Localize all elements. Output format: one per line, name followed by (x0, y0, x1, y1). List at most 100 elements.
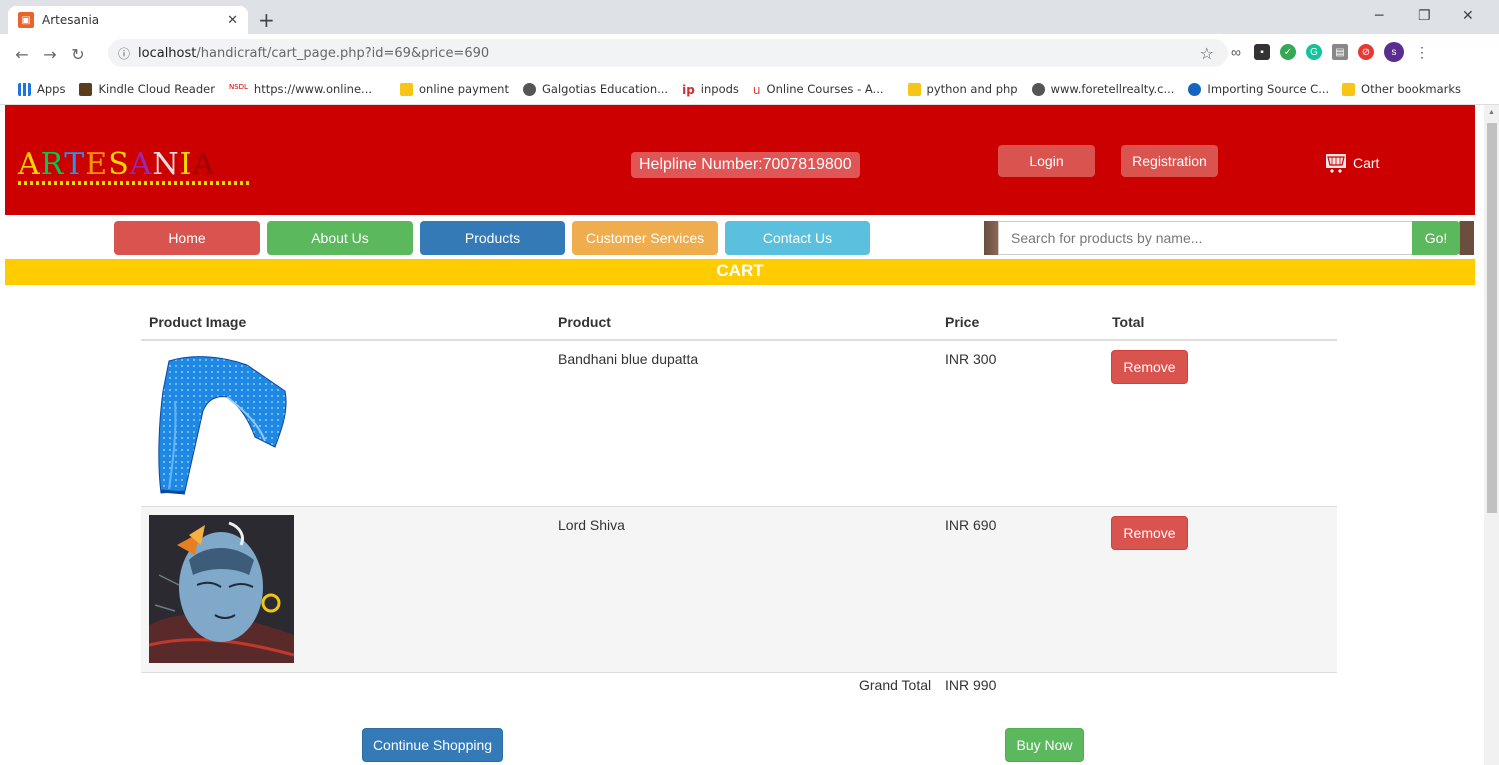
bookmark-importing-source[interactable]: Importing Source C... (1188, 82, 1329, 96)
logo-letter: T (64, 147, 86, 182)
browser-toolbar: ← → ↻ ⓘ localhost/handicraft/cart_page.p… (0, 34, 1499, 74)
forward-icon[interactable]: → (36, 45, 64, 64)
address-bar[interactable]: ⓘ localhost/handicraft/cart_page.php?id=… (108, 39, 1228, 67)
product-price: INR 690 (945, 517, 997, 533)
bookmarks-bar: Apps Kindle Cloud Reader NSDL https://www… (0, 74, 1499, 105)
product-image-lord-shiva[interactable] (149, 515, 294, 663)
scrollbar-thumb[interactable] (1487, 123, 1497, 513)
close-window-icon[interactable]: ✕ (1462, 8, 1474, 24)
nav-products[interactable]: Products (420, 221, 565, 255)
stop-extension-icon[interactable]: ⊘ (1358, 44, 1374, 60)
inpods-icon: ip (682, 82, 695, 97)
remove-button[interactable]: Remove (1111, 350, 1188, 384)
udemy-icon: u (752, 82, 761, 97)
column-header-total: Total (1112, 314, 1145, 330)
profile-avatar[interactable]: s (1384, 42, 1404, 62)
nav-contact-us[interactable]: Contact Us (725, 221, 870, 255)
bookmark-online-payment[interactable]: online payment (400, 82, 509, 96)
cart-heading: CART (5, 259, 1475, 285)
helpline-badge: Helpline Number:7007819800 (631, 152, 860, 178)
grand-total-value: INR 990 (945, 677, 997, 693)
bookmark-other[interactable]: Other bookmarks (1342, 82, 1461, 96)
infinity-extension-icon[interactable]: ∞ (1228, 44, 1244, 60)
clipboard-extension-icon[interactable]: ▤ (1332, 44, 1348, 60)
registration-button[interactable]: Registration (1121, 145, 1218, 177)
extensions-area: ∞ ▪ ✓ G ▤ ⊘ s ⋮ (1228, 42, 1430, 62)
bookmark-foretell[interactable]: www.foretellrealty.c... (1031, 82, 1174, 96)
product-name: Lord Shiva (558, 517, 625, 533)
source-icon (1188, 82, 1202, 96)
continue-shopping-button[interactable]: Continue Shopping (362, 728, 503, 762)
site-header: ARTESANIA Helpline Number:7007819800 Log… (5, 105, 1475, 215)
folder-icon (907, 82, 921, 96)
favicon-icon: ▣ (18, 12, 34, 28)
login-button[interactable]: Login (998, 145, 1095, 177)
table-header: Product Image Product Price Total (141, 305, 1337, 341)
package-extension-icon[interactable]: ▪ (1254, 44, 1270, 60)
globe-icon (1031, 82, 1045, 96)
logo-letter: E (85, 147, 109, 182)
reload-icon[interactable]: ↻ (64, 45, 92, 64)
scroll-up-icon[interactable]: ▲ (1488, 109, 1495, 116)
bookmark-online-courses[interactable]: u Online Courses - A... (752, 82, 884, 97)
nsdl-icon: NSDL (228, 82, 248, 91)
maximize-icon[interactable]: ❐ (1418, 8, 1431, 24)
browser-tab[interactable]: ▣ Artesania ✕ (8, 6, 248, 34)
tab-strip: ▣ Artesania ✕ + ─ ❐ ✕ (0, 0, 1499, 34)
bookmark-kindle[interactable]: Kindle Cloud Reader (79, 82, 215, 96)
web-page: ARTESANIA Helpline Number:7007819800 Log… (0, 105, 1484, 765)
nav-home[interactable]: Home (114, 221, 260, 255)
url-path: /handicraft/cart_page.php?id=69&price=69… (196, 45, 490, 61)
table-row: Lord Shiva INR 690 Remove (141, 507, 1337, 673)
search-go-button[interactable]: Go! (1412, 221, 1460, 255)
url-host: localhost (138, 45, 197, 61)
site-logo[interactable]: ARTESANIA (18, 147, 215, 182)
logo-dots (18, 181, 250, 185)
product-image-dupatta[interactable] (155, 351, 289, 497)
column-header-product: Product (558, 314, 611, 330)
bookmark-star-icon[interactable]: ☆ (1200, 44, 1214, 63)
product-name: Bandhani blue dupatta (558, 351, 699, 367)
bookmark-galgotias[interactable]: Galgotias Education... (522, 82, 668, 96)
cart-icon (1326, 154, 1346, 173)
new-tab-icon[interactable]: + (258, 8, 275, 32)
logo-letter: R (40, 147, 65, 182)
product-price: INR 300 (945, 351, 997, 367)
bookmark-python-php[interactable]: python and php (907, 82, 1018, 96)
logo-letter: N (152, 147, 180, 182)
buy-now-button[interactable]: Buy Now (1005, 728, 1084, 762)
logo-letter: S (108, 147, 130, 182)
globe-icon (522, 82, 536, 96)
table-row: Bandhani blue dupatta INR 300 Remove (141, 341, 1337, 507)
bookmark-apps[interactable]: Apps (18, 82, 65, 96)
menu-kebab-icon[interactable]: ⋮ (1414, 44, 1430, 60)
column-header-price: Price (945, 314, 980, 330)
cart-label: Cart (1353, 155, 1380, 171)
cart-link[interactable]: Cart (1325, 152, 1379, 174)
folder-icon (400, 82, 414, 96)
page-scrollbar[interactable]: ▲ (1484, 105, 1499, 765)
grand-total-label: Grand Total (859, 677, 932, 693)
bookmark-nsdl[interactable]: NSDL https://www.online... (229, 82, 372, 96)
nav-customer-services[interactable]: Customer Services (572, 221, 718, 255)
column-header-image: Product Image (149, 314, 247, 330)
tab-title: Artesania (42, 13, 100, 27)
logo-letter: A (18, 147, 41, 182)
back-icon[interactable]: ← (8, 45, 36, 64)
logo-letter: A (192, 147, 216, 182)
close-tab-icon[interactable]: ✕ (227, 13, 238, 28)
grammarly-extension-icon[interactable]: G (1306, 44, 1322, 60)
shield-extension-icon[interactable]: ✓ (1280, 44, 1296, 60)
remove-button[interactable]: Remove (1111, 516, 1188, 550)
logo-letter: I (179, 147, 193, 182)
bookmark-inpods[interactable]: ip inpods (682, 82, 739, 97)
info-icon[interactable]: ⓘ (118, 45, 130, 62)
browser-chrome: ▣ Artesania ✕ + ─ ❐ ✕ ← → ↻ ⓘ localhost /… (0, 0, 1499, 105)
logo-letter: A (129, 147, 153, 182)
search-input[interactable] (998, 221, 1412, 255)
nav-about-us[interactable]: About Us (267, 221, 413, 255)
kindle-icon (79, 82, 93, 96)
minimize-icon[interactable]: ─ (1375, 8, 1383, 24)
folder-icon (1342, 82, 1356, 96)
apps-grid-icon (18, 82, 31, 96)
